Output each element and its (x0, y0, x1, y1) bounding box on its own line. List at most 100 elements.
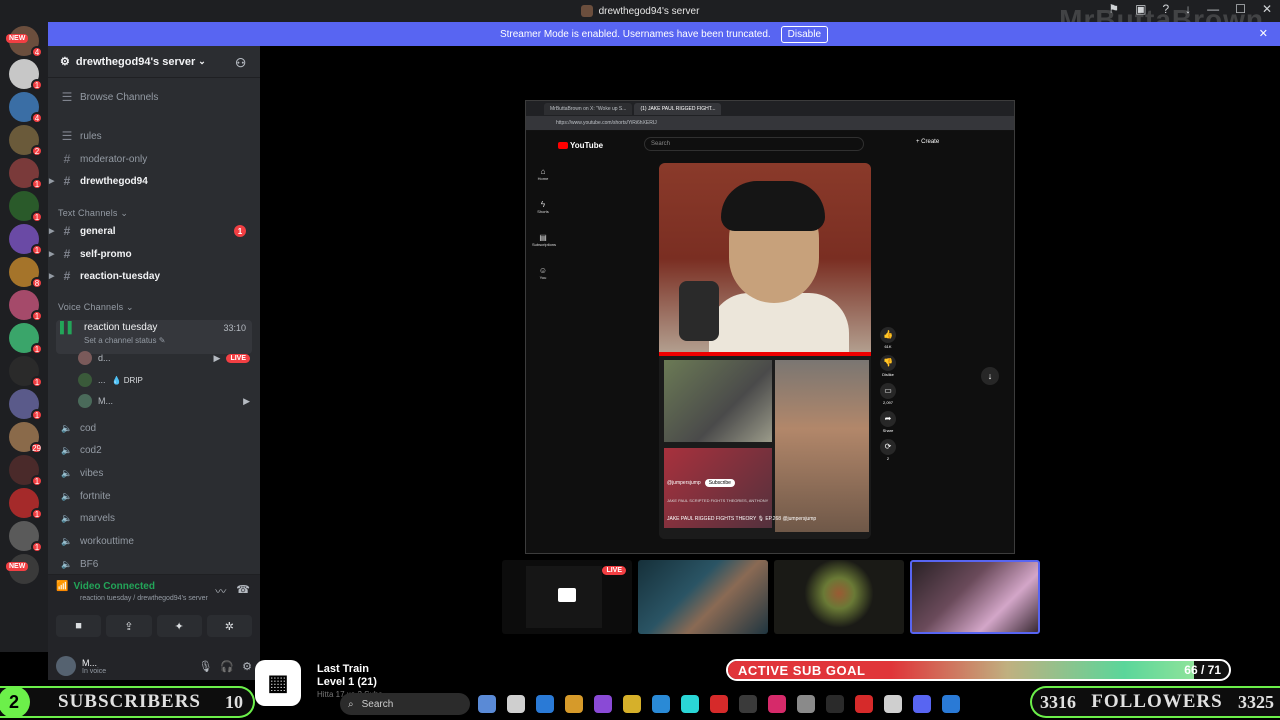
voice-channels-category[interactable]: Voice Channels ⌄ (58, 302, 134, 313)
voice-channel-vibes[interactable]: 🔈 vibes (56, 463, 252, 483)
address-bar[interactable]: https://www.youtube.com/shorts/YiRi6hXER… (526, 116, 1014, 130)
taskbar-app-icon[interactable] (565, 695, 583, 713)
taskbar-app-icon[interactable] (884, 695, 902, 713)
server-icon[interactable]: 2 (9, 125, 43, 157)
server-icon[interactable]: 4 NEW (6, 26, 43, 58)
youtube-logo[interactable]: YouTube (558, 141, 603, 150)
taskbar-app-icon[interactable] (826, 695, 844, 713)
participant-thumbnail-selected[interactable] (910, 560, 1040, 634)
taskbar-search[interactable]: ⌕ Search (340, 693, 470, 715)
next-short-button[interactable]: ↓ (981, 367, 999, 385)
stream-view[interactable]: MrButtaBrown on X: "Woke up S... (1) JAK… (525, 100, 1015, 554)
participant-thumbnail[interactable] (774, 560, 904, 634)
taskbar-app-icon[interactable] (536, 695, 554, 713)
disable-button[interactable]: Disable (780, 25, 829, 43)
voice-channel-cod2[interactable]: 🔈 cod2 (56, 441, 252, 461)
taskbar-app-icon[interactable] (478, 695, 496, 713)
noise-suppression-icon[interactable]: 〰 (215, 583, 226, 599)
voice-channel-bf6[interactable]: 🔈 BF6 (56, 554, 252, 574)
server-icon[interactable]: 1 (9, 290, 43, 322)
voice-channel-workouttime[interactable]: 🔈 workouttime (56, 532, 252, 552)
server-icon[interactable]: 1 (9, 59, 43, 91)
taskbar-app-icon[interactable] (855, 695, 873, 713)
youtube-search-input[interactable]: Search (644, 137, 864, 151)
share-screen-button[interactable]: ⇪ (106, 615, 152, 637)
server-icon[interactable]: 29 (9, 422, 43, 454)
voice-member[interactable]: M... ▶ (78, 392, 250, 410)
handle-text[interactable]: @jumpersjump (667, 480, 701, 486)
text-channels-category[interactable]: Text Channels ⌄ (58, 208, 128, 219)
member-name: d... (98, 353, 111, 363)
user-info[interactable]: M... In voice (82, 658, 106, 675)
browser-tab[interactable]: MrButtaBrown on X: "Woke up S... (544, 102, 633, 115)
like-button[interactable]: 👍 61K (880, 327, 896, 349)
youtube-nav-subscriptions[interactable]: ▤ Subscriptions (532, 233, 556, 247)
server-icon[interactable]: NEW (6, 554, 39, 584)
server-icon[interactable]: 1 (9, 191, 43, 223)
subscribe-button[interactable]: Subscribe (704, 479, 735, 487)
participant-thumbnail[interactable] (638, 560, 768, 634)
channel-reaction-tuesday[interactable]: ▶ # reaction-tuesday (49, 266, 252, 286)
channel-general[interactable]: ▶ # general 1 (49, 221, 252, 241)
taskbar-app-icon[interactable] (710, 695, 728, 713)
server-icon[interactable]: 1 (9, 356, 43, 388)
server-icon[interactable]: 1 (9, 323, 43, 355)
taskbar-app-icon[interactable] (768, 695, 786, 713)
taskbar-app-icon[interactable] (942, 695, 960, 713)
browse-channels[interactable]: ☰ Browse Channels (56, 87, 252, 107)
voice-member[interactable]: ... 💧 DRIP (78, 371, 250, 389)
server-icon[interactable]: 1 (9, 158, 43, 190)
youtube-nav-shorts[interactable]: ϟ Shorts (532, 200, 554, 214)
comments-button[interactable]: ▭ 2,097 (880, 383, 896, 405)
voice-channel-fortnite[interactable]: 🔈 fortnite (56, 486, 252, 506)
dislike-button[interactable]: 👎 Dislike (880, 355, 896, 377)
server-icon[interactable]: 1 (9, 224, 43, 256)
server-icon[interactable]: 4 (9, 92, 43, 124)
channel-drewthegod94[interactable]: ▶ # drewthegod94 (49, 171, 252, 191)
voice-channel-marvels[interactable]: 🔈 marvels (56, 509, 252, 529)
headphones-icon[interactable]: 🎧 (220, 660, 234, 673)
server-icon[interactable]: 1 (9, 521, 43, 553)
taskbar-app-icon[interactable] (739, 695, 757, 713)
invite-icon[interactable]: ⚇ (235, 56, 246, 70)
server-icon[interactable]: 1 (9, 488, 43, 520)
banner-close-icon[interactable]: ✕ (1259, 27, 1268, 40)
create-button[interactable]: + Create (916, 139, 939, 145)
taskbar-app-icon[interactable] (507, 695, 525, 713)
channel-status[interactable]: Set a channel status ✎ (84, 336, 165, 345)
channel-rules[interactable]: ☰ rules (56, 126, 252, 146)
member-indicators: ▶ LIVE (214, 353, 250, 364)
channel-label: workouttime (80, 536, 134, 547)
stream-thumbnails: LIVE (502, 560, 1040, 634)
disconnect-icon[interactable]: ☎ (236, 583, 250, 599)
mic-icon[interactable]: 🎙 (198, 660, 212, 673)
avatar[interactable] (56, 656, 76, 676)
remix-button[interactable]: ⟳ 2 (880, 439, 896, 461)
taskbar-app-icon[interactable] (652, 695, 670, 713)
browser-tab-active[interactable]: (1) JAKE PAUL RIGGED FIGHT... (634, 102, 722, 115)
camera-button[interactable]: ■ (56, 615, 102, 637)
server-icon[interactable]: 1 (9, 455, 43, 487)
taskbar-app-icon[interactable] (623, 695, 641, 713)
sub-goal-label: ACTIVE SUB GOAL (738, 663, 866, 678)
short-video[interactable]: @jumpersjump Subscribe JAKE PAUL SCRIPTE… (659, 163, 871, 539)
taskbar-app-icon[interactable] (913, 695, 931, 713)
taskbar-app-icon[interactable] (594, 695, 612, 713)
action-label: 2,097 (882, 400, 893, 405)
soundboard-button[interactable]: ✲ (206, 615, 252, 637)
youtube-nav-you[interactable]: ☺ You (532, 266, 554, 280)
server-icon[interactable]: 8 (9, 257, 43, 289)
channel-moderator-only[interactable]: # moderator-only (56, 149, 252, 169)
stream-thumbnail[interactable]: LIVE (502, 560, 632, 634)
server-header[interactable]: ⚙ drewthegod94's server ⌄ ⚇ (48, 46, 260, 78)
share-button[interactable]: ➦ Share (880, 411, 896, 433)
youtube-nav-home[interactable]: ⌂ Home (532, 167, 554, 181)
channel-self-promo[interactable]: ▶ # self-promo (49, 244, 252, 264)
taskbar-app-icon[interactable] (797, 695, 815, 713)
taskbar-app-icon[interactable] (681, 695, 699, 713)
voice-member[interactable]: d... ▶ LIVE (78, 349, 250, 367)
server-icon[interactable]: 1 (9, 389, 43, 421)
settings-icon[interactable]: ⚙ (242, 660, 252, 673)
activities-button[interactable]: ✦ (156, 615, 202, 637)
voice-channel-cod[interactable]: 🔈 cod (56, 418, 252, 438)
